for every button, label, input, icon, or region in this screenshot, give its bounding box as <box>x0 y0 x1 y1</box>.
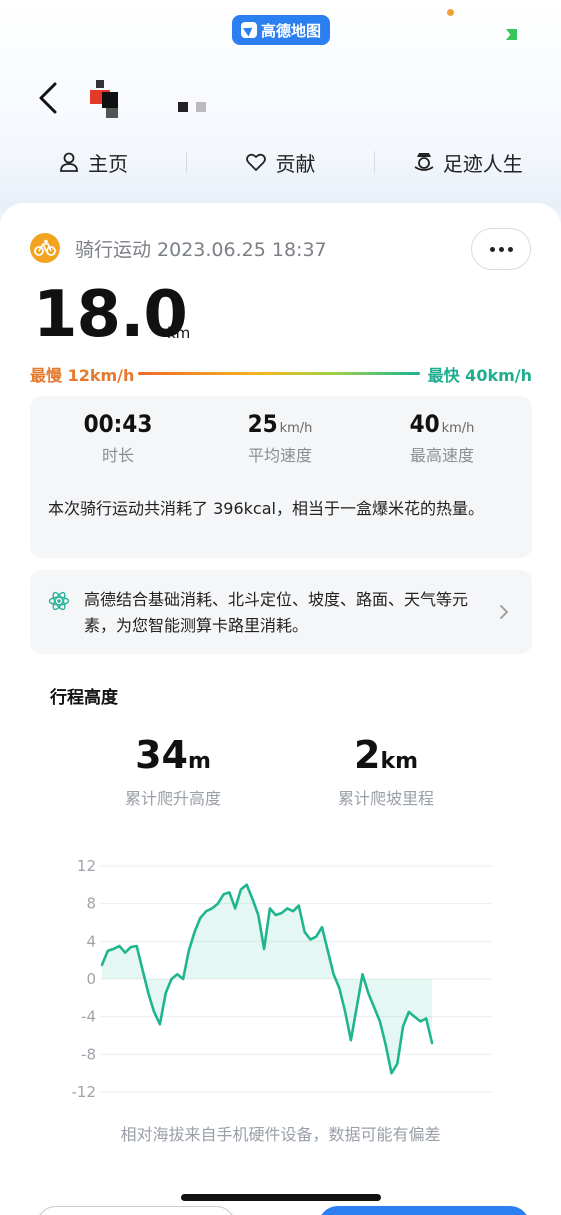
back-button[interactable] <box>30 78 66 118</box>
tab-contribution-label: 贡献 <box>275 151 316 176</box>
distance-value: 18.0 <box>33 278 188 352</box>
user-name-redacted <box>178 97 218 112</box>
navigation-arrow-icon <box>240 22 257 38</box>
y-tick-label: 12 <box>77 857 96 875</box>
stat-duration: 00:43 时长 <box>58 410 178 466</box>
y-tick-label: -4 <box>81 1008 96 1026</box>
more-button[interactable] <box>471 228 531 270</box>
activity-title: 骑行运动 2023.06.25 18:37 <box>75 239 327 261</box>
elevation-chart: 12 8 4 0 -4 -8 -12 <box>72 857 492 1101</box>
y-tick-label: -8 <box>81 1045 96 1063</box>
y-tick-label: -12 <box>72 1083 97 1101</box>
climb-height-label: 累计爬升高度 <box>124 789 221 808</box>
calorie-description: 本次骑行运动共消耗了 396kcal，相当于一盒爆米花的热量。 <box>48 499 484 518</box>
tab-footprint-label: 足迹人生 <box>442 151 523 176</box>
home-indicator[interactable] <box>181 1194 381 1201</box>
chevron-left-icon <box>39 82 57 114</box>
calorie-info-banner[interactable]: 高德结合基础消耗、北斗定位、坡度、路面、天气等元素，为您智能测算卡路里消耗。 <box>30 570 532 654</box>
avatar[interactable] <box>88 80 122 120</box>
avg-speed-unit: km/h <box>279 421 313 436</box>
status-indicator-icon <box>506 29 517 40</box>
max-speed-unit: km/h <box>441 421 475 436</box>
person-icon <box>60 152 79 172</box>
elevation-section-title: 行程高度 <box>50 688 118 708</box>
y-tick-label: 0 <box>86 970 96 988</box>
notification-dot <box>447 9 454 16</box>
climb-height: 34m 累计爬升高度 <box>83 733 263 809</box>
fastest-speed: 最快 40km/h <box>427 366 532 385</box>
stats-panel: 00:43 时长 25 km/h 平均速度 40 km/h 最高速度 本次骑行运动共… <box>30 396 532 558</box>
slowest-speed: 最慢 12km/h <box>30 366 135 385</box>
climb-distance-unit: km <box>380 749 418 774</box>
app-badge[interactable]: 高德地图 <box>232 15 330 45</box>
climb-height-value: 34 <box>135 733 188 777</box>
duration-value: 00:43 <box>83 410 153 438</box>
calorie-info-text: 高德结合基础消耗、北斗定位、坡度、路面、天气等元素，为您智能测算卡路里消耗。 <box>84 590 469 635</box>
bottom-primary-button[interactable] <box>318 1206 530 1215</box>
bottom-secondary-button[interactable] <box>36 1206 236 1215</box>
max-speed-label: 最高速度 <box>409 446 474 465</box>
bike-icon <box>30 233 60 263</box>
profile-nav: 主页 贡献 足迹人生 <box>0 140 561 184</box>
footprint-icon <box>414 153 434 171</box>
max-speed-value: 40 <box>409 410 440 438</box>
tab-home[interactable]: 主页 <box>0 148 186 177</box>
stat-avg-speed: 25 km/h 平均速度 <box>220 410 340 466</box>
stat-max-speed: 40 km/h 最高速度 <box>382 410 502 466</box>
y-tick-label: 8 <box>86 895 96 913</box>
elevation-area <box>102 884 432 1074</box>
chevron-right-icon <box>500 605 509 619</box>
atom-icon <box>48 591 70 611</box>
app-badge-label: 高德地图 <box>260 21 321 40</box>
y-tick-label: 4 <box>86 932 96 950</box>
climb-distance: 2km 累计爬坡里程 <box>296 733 476 809</box>
elevation-note: 相对海拔来自手机硬件设备，数据可能有偏差 <box>120 1125 441 1144</box>
avg-speed-label: 平均速度 <box>247 446 312 465</box>
climb-distance-value: 2 <box>353 733 381 777</box>
tab-footprint[interactable]: 足迹人生 <box>375 148 561 177</box>
tab-home-label: 主页 <box>88 151 129 176</box>
duration-label: 时长 <box>101 446 134 465</box>
avg-speed-value: 25 <box>247 410 278 438</box>
distance-unit: km <box>167 324 191 342</box>
heart-icon <box>246 153 267 171</box>
climb-height-unit: m <box>187 749 211 774</box>
tab-contribution[interactable]: 贡献 <box>187 148 373 177</box>
climb-distance-label: 累计爬坡里程 <box>337 789 434 808</box>
speed-gradient-bar <box>138 372 420 375</box>
more-dots-icon <box>489 246 495 252</box>
speed-range: 最慢 12km/h 最快 40km/h <box>30 360 532 386</box>
